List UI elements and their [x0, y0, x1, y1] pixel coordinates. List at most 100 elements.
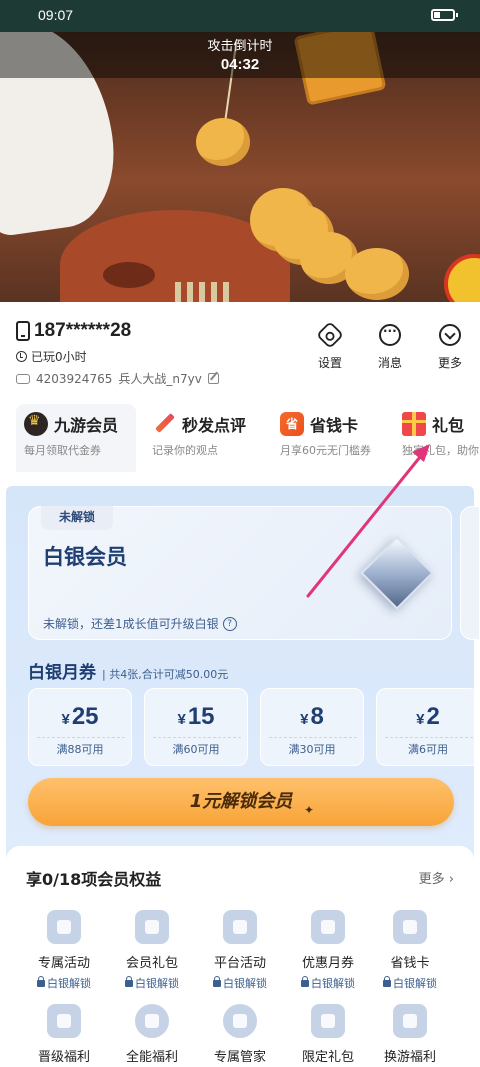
video-scene-chip — [196, 118, 250, 166]
currency-symbol: ¥ — [300, 711, 309, 728]
gift-box-icon — [135, 910, 169, 944]
tab-subtitle: 记录你的观点 — [152, 444, 218, 457]
benefit-lock-text: 白银解锁 — [393, 977, 437, 990]
benefit-member-gift[interactable]: 会员礼包 白银解锁 — [114, 910, 190, 991]
unlock-member-button[interactable]: 1元解锁会员 ✦ — [28, 778, 454, 826]
player-id: 4203924765 — [36, 371, 113, 386]
message-icon — [379, 324, 401, 346]
tab-savings-card[interactable]: 省省钱卡 月享60元无门槛券 — [272, 404, 392, 472]
pencil-icon — [152, 412, 176, 436]
silver-member-card[interactable]: 未解锁 白银会员 未解锁，还差1成长值可升级白银 ? — [28, 506, 452, 640]
benefit-label: 优惠月券 — [301, 956, 354, 971]
phone-icon — [16, 321, 30, 341]
settings-icon — [315, 320, 345, 350]
benefit-lock: 白银解锁 — [290, 975, 366, 991]
attack-countdown: 攻击倒计时 04:32 — [0, 32, 480, 78]
benefit-label: 省钱卡 — [390, 956, 430, 971]
coupon-summary: | 共4张,合计可减50.00元 — [102, 668, 229, 681]
crown-icon — [24, 412, 48, 436]
benefit-exclusive-butler[interactable]: 专属管家 — [202, 1004, 278, 1062]
tab-quick-review[interactable]: 秒发点评 记录你的观点 — [144, 404, 264, 472]
tab-subtitle: 独家礼包，助你 — [402, 444, 479, 457]
player-name: 兵人大战_n7yv — [118, 372, 202, 386]
coupon-card[interactable]: ¥2 满6可用 — [376, 688, 474, 766]
lock-icon — [125, 975, 133, 987]
clock-icon — [16, 351, 27, 362]
coupon-divider — [385, 737, 473, 738]
benefit-exclusive-activity[interactable]: 专属活动 白银解锁 — [26, 910, 102, 991]
benefit-all-round-welfare[interactable]: 全能福利 — [114, 1004, 190, 1062]
coupon-list: ¥25 满88可用 ¥15 满60可用 ¥8 满30可用 ¥2 满6可用 — [28, 688, 474, 768]
benefit-lock: 白银解锁 — [372, 975, 448, 991]
next-level-card[interactable] — [460, 506, 480, 640]
messages-label: 消息 — [377, 356, 402, 370]
tab-jiuyou-member[interactable]: 九游会员 每月领取代金券 — [16, 404, 136, 472]
exclusive-activity-icon — [47, 910, 81, 944]
benefit-lock-text: 白银解锁 — [311, 977, 355, 990]
benefit-switch-game-welfare[interactable]: 换游福利 — [372, 1004, 448, 1062]
more-icon — [439, 324, 461, 346]
savings-card-icon — [393, 910, 427, 944]
tab-title: 九游会员 — [54, 416, 119, 435]
gamepad-icon — [16, 373, 30, 384]
help-icon[interactable]: ? — [222, 616, 237, 631]
status-bar: 09:07 — [0, 0, 480, 32]
phone-number: 187******28 — [34, 320, 132, 341]
benefit-monthly-coupon[interactable]: 优惠月券 白银解锁 — [290, 910, 366, 991]
currency-symbol: ¥ — [177, 711, 186, 728]
benefits-title: 享0/18项会员权益 — [26, 870, 162, 889]
benefit-platform-activity[interactable]: 平台活动 白银解锁 — [202, 910, 278, 991]
benefits-more-link[interactable]: 更多 › — [419, 868, 454, 887]
tab-subtitle: 每月领取代金券 — [24, 444, 101, 457]
coupon-header: 白银月券 | 共4张,合计可减50.00元 — [28, 658, 228, 683]
savings-card-icon: 省 — [280, 412, 304, 436]
tab-gift-pack[interactable]: 礼包 独家礼包，助你 — [394, 404, 480, 472]
benefit-limited-gift[interactable]: 限定礼包 — [290, 1004, 366, 1062]
settings-label: 设置 — [317, 356, 342, 370]
coupon-divider — [153, 737, 241, 738]
edit-name-icon[interactable] — [207, 373, 219, 384]
more-label: 更多 — [437, 356, 462, 370]
battery-icon — [431, 9, 458, 21]
sparkle-icon: ✦ — [303, 803, 314, 817]
benefit-lock-text: 白银解锁 — [135, 977, 179, 990]
video-scene-ladder — [175, 282, 235, 302]
gift-icon — [402, 412, 426, 436]
coupon-amount: 8 — [310, 703, 324, 730]
coupon-card[interactable]: ¥25 满88可用 — [28, 688, 132, 766]
coupon-card[interactable]: ¥15 满60可用 — [144, 688, 248, 766]
settings-button[interactable]: 设置 — [310, 320, 350, 371]
coupon-amount: 25 — [71, 703, 99, 730]
countdown-value: 04:32 — [220, 56, 260, 73]
tab-title: 秒发点评 — [182, 416, 247, 435]
benefit-label: 全能福利 — [125, 1050, 178, 1062]
upgrade-arrow-icon — [47, 1004, 81, 1038]
coupon-condition: 满30可用 — [288, 743, 336, 756]
benefit-savings-card[interactable]: 省钱卡 白银解锁 — [372, 910, 448, 991]
benefit-lock: 白银解锁 — [114, 975, 190, 991]
lock-icon — [383, 975, 391, 987]
coupon-condition: 满88可用 — [56, 743, 104, 756]
benefit-lock: 白银解锁 — [26, 975, 102, 991]
headset-icon — [223, 1004, 257, 1038]
currency-symbol: ¥ — [61, 711, 70, 728]
coupon-card[interactable]: ¥8 满30可用 — [260, 688, 364, 766]
locked-badge: 未解锁 — [41, 506, 113, 530]
benefit-label: 专属活动 — [37, 956, 90, 971]
benefit-label: 晋级福利 — [37, 1050, 90, 1062]
benefit-lock-text: 白银解锁 — [223, 977, 267, 990]
silver-member-title: 白银会员 — [43, 545, 127, 569]
silver-diamond-icon — [360, 536, 434, 610]
more-button[interactable]: 更多 — [430, 324, 470, 371]
coupon-amount: 2 — [426, 703, 440, 730]
benefit-upgrade-welfare[interactable]: 晋级福利 — [26, 1004, 102, 1062]
coupon-divider — [269, 737, 357, 738]
flag-icon — [223, 910, 257, 944]
phone-row: 187******28 — [16, 320, 131, 342]
benefit-lock-text: 白银解锁 — [47, 977, 91, 990]
benefit-label: 换游福利 — [383, 1050, 436, 1062]
played-time-row: 已玩0小时 — [16, 348, 87, 365]
coupon-title: 白银月券 — [28, 663, 96, 683]
upgrade-tip: 未解锁，还差1成长值可升级白银 ? — [43, 615, 237, 632]
messages-button[interactable]: 消息 — [370, 324, 410, 371]
